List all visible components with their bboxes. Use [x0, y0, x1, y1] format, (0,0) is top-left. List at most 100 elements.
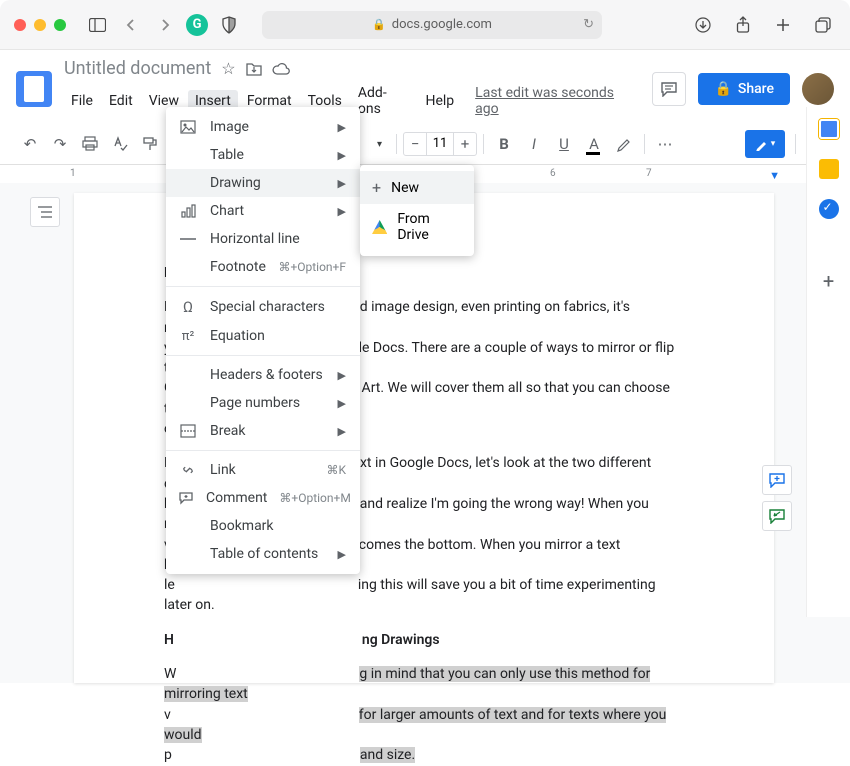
- outline-toggle[interactable]: [30, 197, 60, 227]
- menu-help[interactable]: Help: [418, 90, 461, 112]
- menu-file[interactable]: File: [64, 90, 100, 112]
- grammarly-icon[interactable]: G: [186, 14, 208, 36]
- nav-forward-icon[interactable]: [152, 12, 178, 38]
- lock-icon: 🔒: [714, 81, 731, 97]
- highlight-button[interactable]: [610, 130, 638, 158]
- lock-icon: 🔒: [372, 18, 386, 31]
- calendar-icon[interactable]: [819, 119, 839, 139]
- minimize-window[interactable]: [34, 19, 46, 31]
- insert-special-characters[interactable]: ΩSpecial characters: [166, 292, 360, 322]
- insert-horizontal-line[interactable]: Horizontal line: [166, 225, 360, 253]
- shortcut: ⌘+Option+F: [278, 260, 346, 274]
- insert-table[interactable]: Table▶: [166, 141, 360, 169]
- move-icon[interactable]: [246, 62, 262, 76]
- insert-comment[interactable]: Comment⌘+Option+M: [166, 484, 360, 512]
- address-bar[interactable]: 🔒 docs.google.com ↻: [262, 11, 602, 39]
- drawing-from-drive[interactable]: From Drive: [360, 204, 474, 250]
- print-button[interactable]: [76, 130, 104, 158]
- menu-edit[interactable]: Edit: [102, 90, 140, 112]
- chevron-right-icon: ▶: [338, 548, 346, 561]
- editing-mode-button[interactable]: ▾: [745, 130, 785, 158]
- chevron-right-icon: ▶: [338, 425, 346, 438]
- sidebar-toggle-icon[interactable]: [84, 12, 110, 38]
- insert-chart[interactable]: Chart▶: [166, 197, 360, 225]
- tasks-icon[interactable]: [819, 199, 839, 219]
- docs-logo-icon[interactable]: [16, 71, 52, 107]
- body-text: H: [164, 632, 174, 648]
- maximize-window[interactable]: [54, 19, 66, 31]
- shield-icon[interactable]: [216, 12, 242, 38]
- tabs-icon[interactable]: [810, 12, 836, 38]
- ruler-tick: 6: [550, 168, 556, 179]
- close-window[interactable]: [14, 19, 26, 31]
- insert-link[interactable]: Link⌘K: [166, 456, 360, 484]
- share-icon[interactable]: [730, 12, 756, 38]
- add-addon-button[interactable]: +: [823, 269, 834, 293]
- body-text-selected: g in mind that you can only use this met…: [164, 666, 650, 702]
- menu-item-label: Chart: [210, 203, 326, 219]
- ruler-marker[interactable]: ▼: [769, 169, 780, 182]
- font-size-decrease[interactable]: −: [404, 135, 426, 153]
- plus-icon: +: [372, 178, 381, 197]
- insert-drawing[interactable]: Drawing▶: [166, 169, 360, 197]
- comments-button[interactable]: [652, 72, 686, 106]
- suggest-edit-fab[interactable]: [762, 501, 792, 531]
- downloads-icon[interactable]: [690, 12, 716, 38]
- menu-item-label: Headers & footers: [210, 367, 326, 383]
- nav-back-icon[interactable]: [118, 12, 144, 38]
- ruler-tick: 7: [646, 168, 652, 179]
- font-size-control: − 11 +: [403, 132, 477, 156]
- insert-page-numbers[interactable]: Page numbers▶: [166, 389, 360, 417]
- menu-item-label: Drawing: [210, 175, 326, 191]
- keep-icon[interactable]: [819, 159, 839, 179]
- paint-format-button[interactable]: [136, 130, 164, 158]
- insert-bookmark[interactable]: Bookmark: [166, 512, 360, 540]
- menu-item-label: Image: [210, 119, 326, 135]
- body-text: ng Drawings: [362, 632, 440, 648]
- drawing-new[interactable]: + New: [360, 171, 474, 204]
- underline-button[interactable]: U: [550, 130, 578, 158]
- text-color-button[interactable]: A: [580, 130, 608, 158]
- break-icon: [178, 424, 198, 438]
- last-edit-link[interactable]: Last edit was seconds ago: [475, 85, 640, 117]
- shortcut: ⌘+Option+M: [279, 491, 350, 505]
- chart-icon: [178, 204, 198, 218]
- insert-footnote[interactable]: Footnote⌘+Option+F: [166, 253, 360, 281]
- insert-break[interactable]: Break ▶: [166, 417, 360, 445]
- menu-item-label: Break: [210, 423, 326, 439]
- body-text: p: [164, 747, 172, 763]
- hline-icon: [178, 237, 198, 241]
- doc-title[interactable]: Untitled document: [64, 58, 211, 79]
- undo-button[interactable]: ↶: [16, 130, 44, 158]
- bold-button[interactable]: B: [490, 130, 518, 158]
- menu-item-label: Table of contents: [210, 546, 326, 562]
- insert-equation[interactable]: π²Equation: [166, 322, 360, 350]
- browser-toolbar: G 🔒 docs.google.com ↻: [0, 0, 850, 50]
- insert-image[interactable]: Image▶: [166, 113, 360, 141]
- font-size-value[interactable]: 11: [426, 133, 454, 155]
- side-panel: +: [806, 107, 850, 617]
- submenu-label: New: [391, 180, 419, 196]
- share-button[interactable]: 🔒 Share: [698, 73, 790, 105]
- document-area: H Fd image design, even printing on fabr…: [0, 183, 850, 683]
- menu-item-label: Bookmark: [210, 518, 346, 534]
- new-tab-icon[interactable]: [770, 12, 796, 38]
- insert-headers-footers[interactable]: Headers & footers▶: [166, 361, 360, 389]
- cloud-icon[interactable]: [272, 62, 290, 75]
- reload-icon[interactable]: ↻: [583, 17, 594, 32]
- star-icon[interactable]: ☆: [221, 59, 235, 78]
- comment-icon: [178, 491, 194, 505]
- redo-button[interactable]: ↷: [46, 130, 74, 158]
- font-family-select[interactable]: ▾: [369, 139, 390, 150]
- image-icon: [178, 120, 198, 134]
- italic-button[interactable]: I: [520, 130, 548, 158]
- menu-add-ons[interactable]: Add-ons: [351, 82, 417, 120]
- avatar[interactable]: [802, 73, 834, 105]
- insert-table-of-contents[interactable]: Table of contents ▶: [166, 540, 360, 568]
- menu-item-label: Page numbers: [210, 395, 326, 411]
- link-icon: [178, 463, 198, 477]
- spellcheck-button[interactable]: [106, 130, 134, 158]
- add-comment-fab[interactable]: [762, 465, 792, 495]
- font-size-increase[interactable]: +: [454, 135, 476, 153]
- more-button[interactable]: ⋯: [651, 130, 679, 158]
